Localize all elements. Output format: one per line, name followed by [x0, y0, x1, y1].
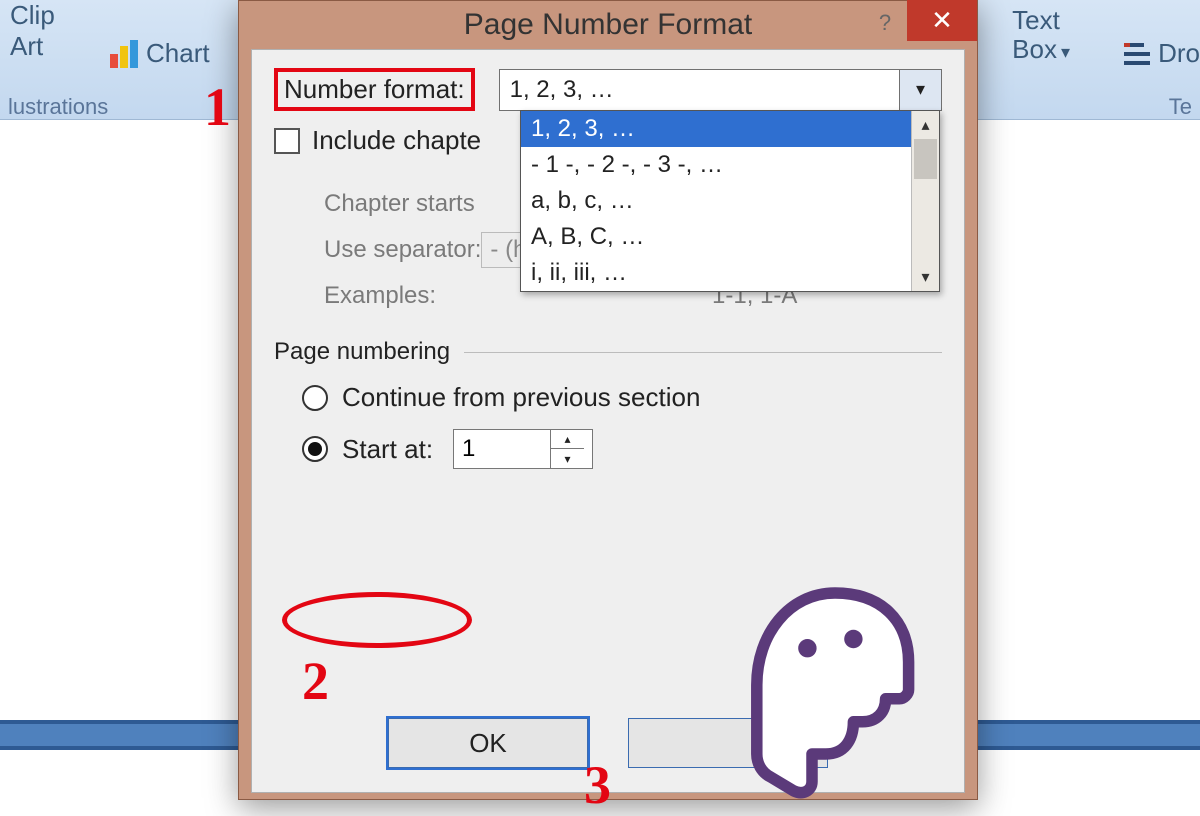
dialog-body: Number format: 1, 2, 3, … ▾ 1, 2, 3, … -…	[251, 49, 965, 793]
scroll-down-icon[interactable]: ▾	[912, 263, 939, 291]
number-format-label: Number format:	[274, 68, 475, 111]
chevron-down-icon[interactable]: ▾	[899, 70, 941, 110]
format-option[interactable]: a, b, c, …	[521, 183, 939, 219]
spin-down-icon[interactable]: ▾	[551, 449, 584, 468]
ribbon-chart-button[interactable]: Chart	[110, 38, 210, 69]
chevron-down-icon: ▾	[1061, 43, 1070, 63]
dropdown-scrollbar[interactable]: ▴ ▾	[911, 111, 939, 291]
ribbon-group-illustrations: lustrations	[0, 94, 116, 120]
ribbon-textbox-button[interactable]: Text Box▾	[1012, 6, 1070, 63]
cancel-button[interactable]: el	[628, 718, 828, 768]
chart-icon	[110, 40, 138, 68]
format-option[interactable]: A, B, C, …	[521, 219, 939, 255]
ribbon-clipart-button[interactable]: Clip Art	[10, 0, 55, 62]
continue-radio[interactable]	[302, 385, 328, 411]
page-number-format-dialog: Page Number Format ? ✕ Number format: 1,…	[238, 0, 978, 800]
format-option[interactable]: 1, 2, 3, …	[521, 111, 939, 147]
ribbon-group-text: Te	[1161, 94, 1200, 120]
number-format-combobox[interactable]: 1, 2, 3, … ▾	[499, 69, 942, 111]
start-at-spinbox[interactable]: ▴ ▾	[453, 429, 593, 469]
format-option[interactable]: i, ii, iii, …	[521, 255, 939, 291]
include-chapter-label: Include chapte	[312, 125, 481, 156]
start-at-label: Start at:	[342, 434, 433, 465]
dialog-title: Page Number Format	[464, 8, 752, 42]
spin-up-icon[interactable]: ▴	[551, 430, 584, 449]
ok-button[interactable]: OK	[388, 718, 588, 768]
ribbon-dropcap-button[interactable]: Dro	[1124, 38, 1200, 69]
include-chapter-checkbox[interactable]	[274, 128, 300, 154]
start-at-input[interactable]	[454, 435, 550, 463]
format-option[interactable]: - 1 -, - 2 -, - 3 -, …	[521, 147, 939, 183]
dropcap-icon	[1124, 43, 1150, 65]
number-format-value: 1, 2, 3, …	[510, 76, 614, 104]
scroll-thumb[interactable]	[914, 139, 937, 179]
ribbon-chart-label: Chart	[146, 38, 210, 69]
close-button[interactable]: ✕	[907, 0, 977, 41]
page-numbering-groupbox: Page numbering	[274, 338, 942, 366]
help-button[interactable]: ?	[861, 5, 909, 41]
continue-label: Continue from previous section	[342, 382, 700, 413]
start-at-radio[interactable]	[302, 436, 328, 462]
dialog-titlebar[interactable]: Page Number Format ? ✕	[239, 1, 977, 49]
scroll-up-icon[interactable]: ▴	[912, 111, 939, 139]
number-format-dropdown[interactable]: 1, 2, 3, … - 1 -, - 2 -, - 3 -, … a, b, …	[520, 110, 940, 292]
